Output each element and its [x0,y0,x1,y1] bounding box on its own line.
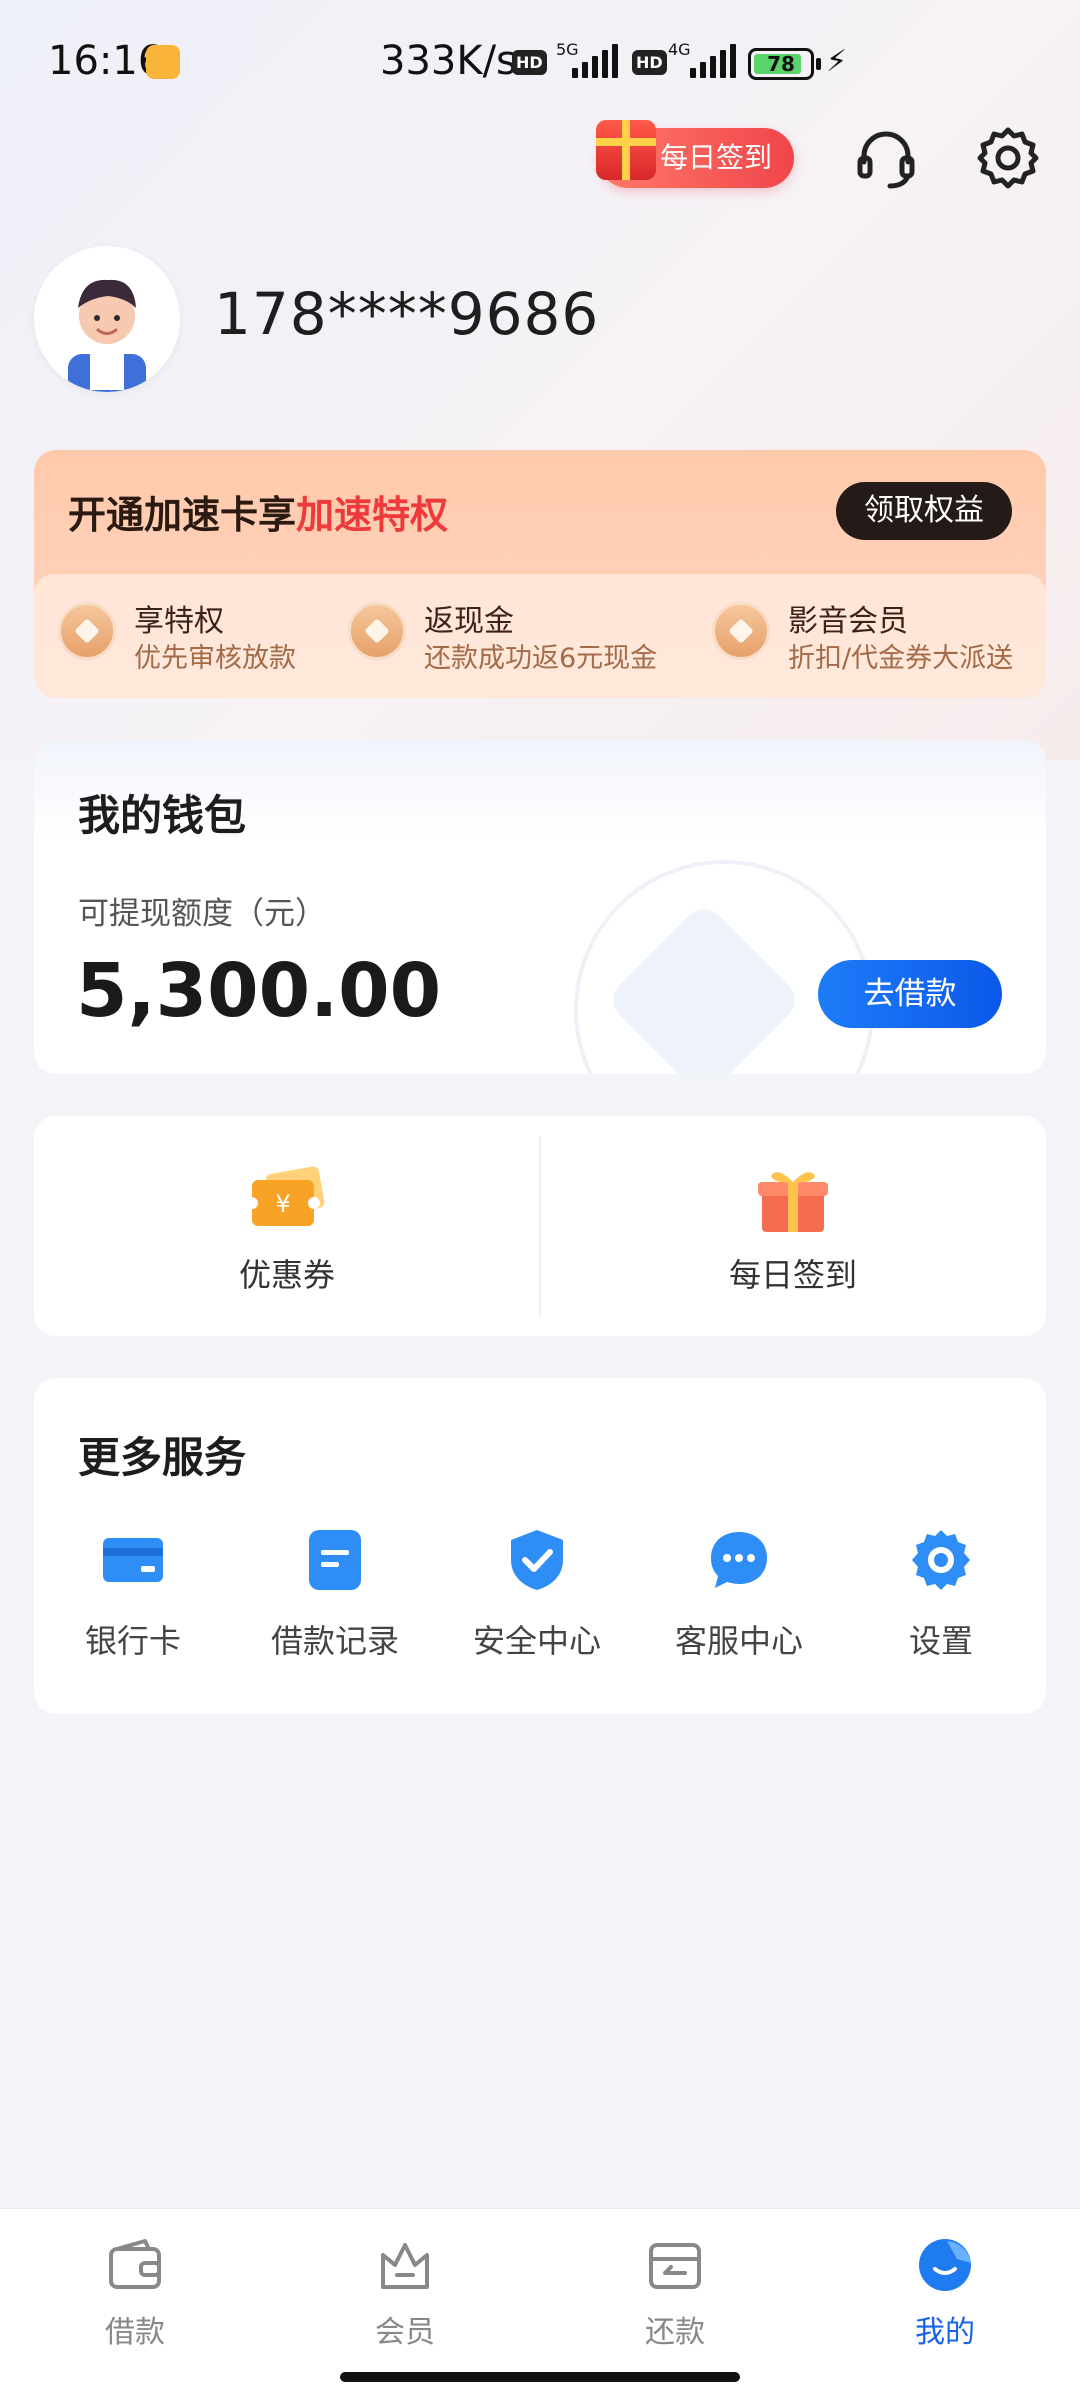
more-services-title: 更多服务 [78,1433,247,1482]
nav-label: 我的 [915,2315,975,2350]
customer-service-headset-icon[interactable] [852,124,920,192]
service-label: 设置 [908,1622,973,1660]
speed-card-title: 开通加速卡享加速特权 [68,484,448,539]
battery-level: 78 [767,52,795,76]
nav-item-repay[interactable]: 还款 [540,2237,810,2357]
perk-desc: 折扣/代金券大派送 [788,643,1014,674]
service-label: 安全中心 [472,1622,601,1660]
perk-title: 享特权 [134,604,224,639]
service-label: 客服中心 [674,1622,803,1660]
speed-card-title-highlight: 加速特权 [296,493,449,537]
gift-icon [596,120,656,180]
perk-desc: 优先审核放款 [134,643,296,674]
charging-icon: ⚡ [826,44,848,79]
service-loan-records[interactable]: 借款记录 [240,1528,430,1668]
nav-item-borrow[interactable]: 借款 [0,2237,270,2357]
home-indicator[interactable] [340,2372,740,2382]
repay-card-icon [649,2243,701,2289]
smile-face-icon [919,2239,971,2291]
crown-icon [381,2243,429,2289]
perk-desc: 还款成功返6元现金 [424,643,658,674]
settings-gear-icon[interactable] [974,124,1042,192]
gear-icon [912,1530,970,1590]
daily-checkin-label: 每日签到 [660,141,773,174]
shield-icon [511,1530,563,1590]
coupon-icon: ¥ [248,1166,325,1226]
signal-icon [690,44,736,78]
wallet-card: 我的钱包 可提现额度（元） 5,300.00 去借款 [34,740,1046,1074]
privilege-diamond-icon [58,602,116,660]
bank-card-icon [103,1538,163,1582]
withdrawable-amount-value: 5,300.00 [76,948,442,1034]
nav-item-membership[interactable]: 会员 [270,2237,540,2357]
perks-row: 享特权 优先审核放款 返现金 还款成功返6元现金 影音会员 折扣/代金券大派送 [34,574,1046,698]
service-bank-card[interactable]: 银行卡 [38,1528,228,1668]
nav-label: 借款 [105,2315,165,2350]
gift-box-icon [758,1172,828,1232]
wallet-title: 我的钱包 [78,791,247,840]
wallet-icon [109,2239,161,2289]
perk-title: 影音会员 [788,604,908,639]
daily-checkin-label: 每日签到 [728,1256,857,1294]
nav-label: 还款 [645,2315,705,2350]
network-speed: 333K/s [380,38,517,84]
svg-text:¥: ¥ [275,1190,290,1218]
service-settings[interactable]: 设置 [846,1528,1036,1668]
service-security-center[interactable]: 安全中心 [442,1528,632,1668]
more-services-card: 更多服务 银行卡 借款记录 安全中心 客服中心 设置 [34,1378,1046,1714]
claim-benefits-button[interactable]: 领取权益 [836,482,1012,540]
avatar[interactable] [34,246,180,392]
daily-checkin-button[interactable]: 每日签到 [596,120,794,188]
money-bag-icon [348,602,406,660]
battery-icon: 78 [748,48,821,80]
user-phone-number: 178****9686 [214,280,600,348]
signal-icon [572,44,618,78]
nav-item-mine[interactable]: 我的 [810,2237,1080,2357]
service-label: 银行卡 [84,1622,181,1660]
user-avatar-illustration [68,279,146,392]
hd-badge: HD [632,50,667,75]
chat-bubble-icon [711,1532,767,1588]
membership-diamond-icon [712,602,770,660]
borrow-button[interactable]: 去借款 [818,960,1002,1028]
service-customer-service[interactable]: 客服中心 [644,1528,834,1668]
hd-badge: HD [512,50,547,75]
document-icon [309,1530,361,1590]
daily-checkin-entry[interactable]: 每日签到 [540,1116,1046,1336]
notification-icon [146,45,180,79]
perk-title: 返现金 [424,604,514,639]
nav-label: 会员 [375,2315,435,2350]
coupon-label: 优惠券 [238,1256,335,1294]
quick-actions-card: ¥ 优惠券 每日签到 [34,1116,1046,1336]
service-label: 借款记录 [270,1622,399,1660]
signal-type-4g: 4G [668,40,691,59]
coupon-entry[interactable]: ¥ 优惠券 [34,1116,540,1336]
status-bar: 16:16 333K/s HD 5G HD 4G 78 ⚡ [0,0,1080,130]
withdrawable-amount-label: 可提现额度（元） [78,896,326,932]
speed-card-title-prefix: 开通加速卡享 [68,493,297,537]
speed-card-banner[interactable]: 开通加速卡享加速特权 领取权益 享特权 优先审核放款 返现金 还款成功返6元现金… [34,450,1046,698]
